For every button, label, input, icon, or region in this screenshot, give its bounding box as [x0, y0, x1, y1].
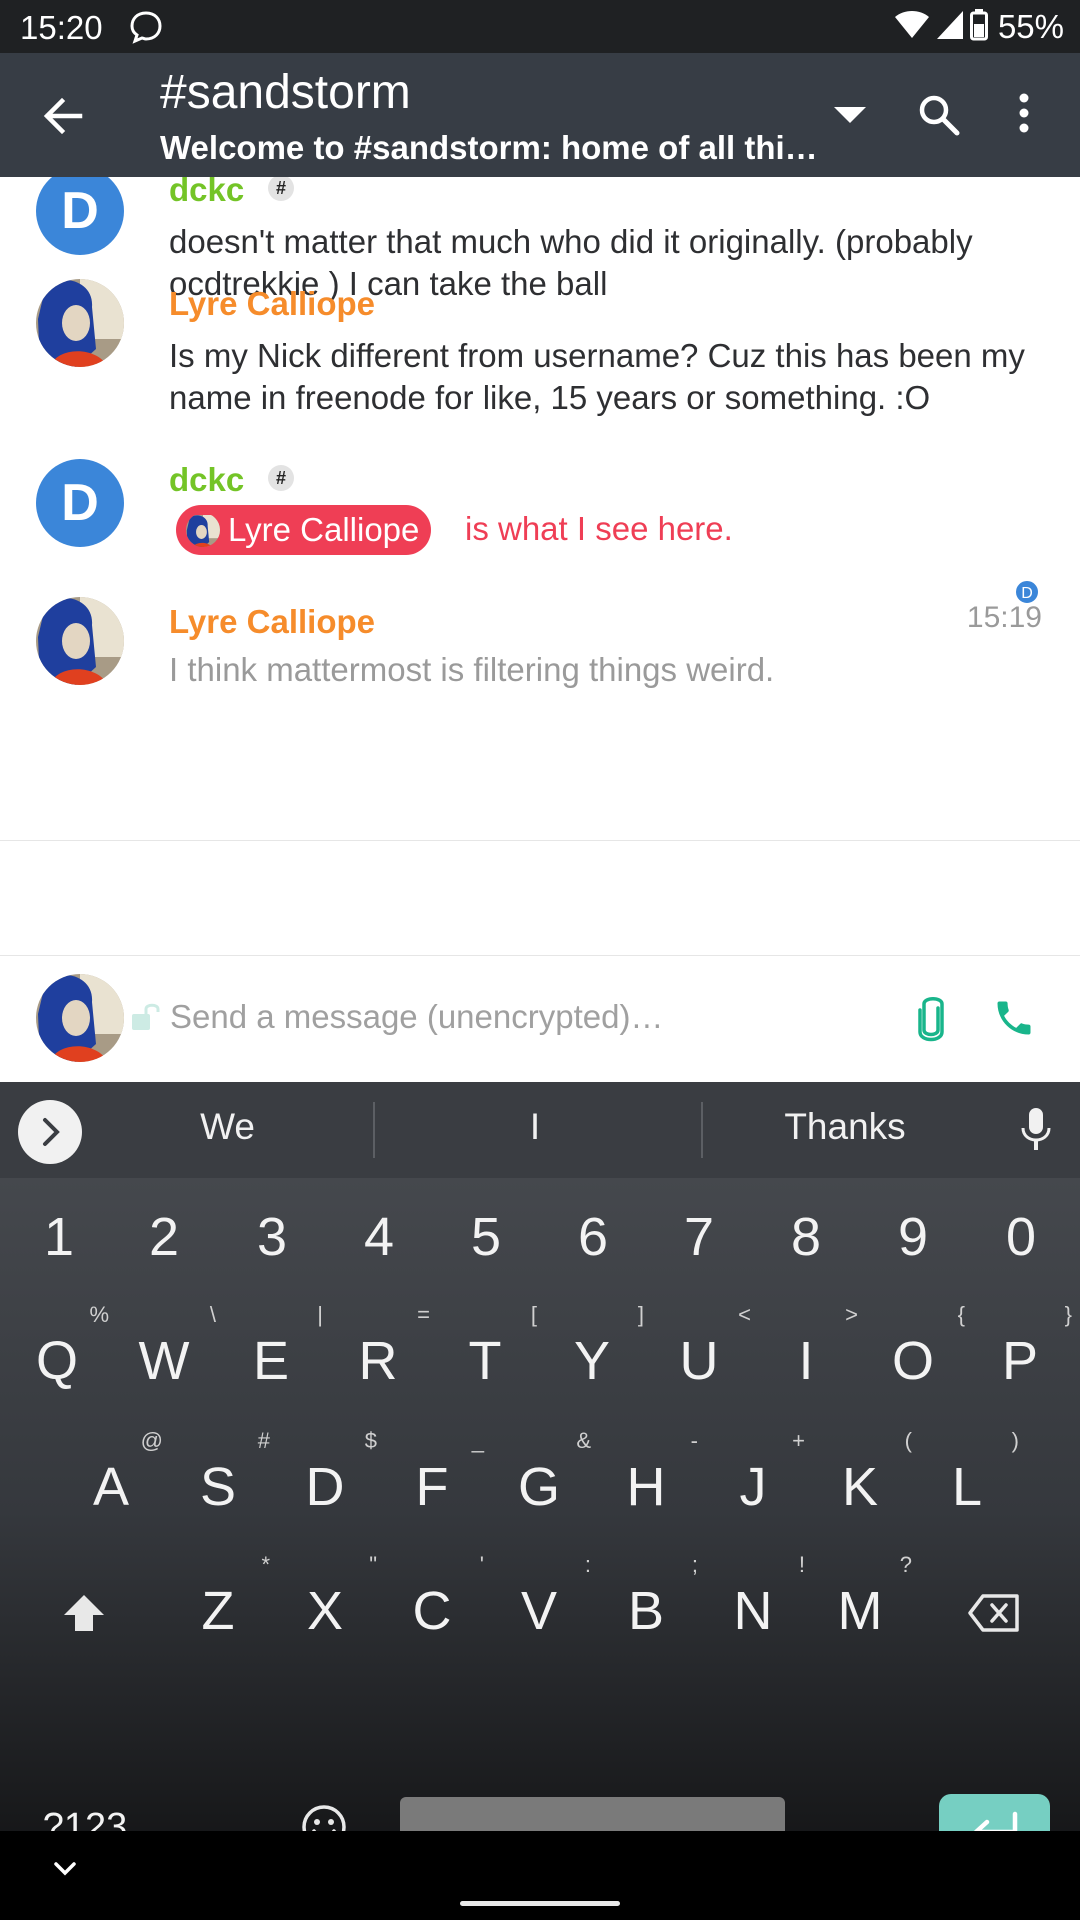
- hash-badge: #: [268, 465, 294, 491]
- message-timestamp: 15:19: [966, 601, 1042, 634]
- key-w[interactable]: W \: [124, 1302, 216, 1392]
- unlocked-icon: [130, 1002, 162, 1037]
- avatar[interactable]: D: [36, 177, 124, 255]
- triangle-down-icon[interactable]: [832, 105, 868, 130]
- key-r[interactable]: R =: [338, 1302, 431, 1392]
- sender-name[interactable]: dckc: [169, 461, 244, 499]
- key-j[interactable]: J +: [713, 1428, 806, 1518]
- key-b[interactable]: B;: [606, 1552, 698, 1642]
- message-composer: Send a message (unencrypted)…: [0, 955, 1080, 1082]
- key-u[interactable]: U <: [659, 1302, 752, 1392]
- room-header: #sandstorm Welcome to #sandstorm: home o…: [0, 53, 1080, 177]
- key-q[interactable]: Q%: [17, 1302, 109, 1392]
- avatar[interactable]: [36, 279, 124, 367]
- message-timeline[interactable]: D dckc # doesn't matter that much who di…: [0, 177, 1080, 955]
- message-body: Is my Nick different from username? Cuz …: [169, 337, 1025, 416]
- chevron-down-icon[interactable]: [50, 1859, 80, 1884]
- key-v[interactable]: V:: [499, 1552, 591, 1642]
- sender-name[interactable]: dckc: [169, 177, 244, 209]
- key-8[interactable]: 8: [766, 1206, 846, 1268]
- key-f[interactable]: F _: [392, 1428, 485, 1518]
- key-3[interactable]: 3: [232, 1206, 312, 1268]
- key-l[interactable]: L): [927, 1428, 1019, 1518]
- key-0[interactable]: 0: [981, 1206, 1061, 1268]
- search-icon[interactable]: [915, 91, 963, 144]
- suggestion-word[interactable]: Thanks: [730, 1106, 960, 1148]
- key-s[interactable]: S #: [178, 1428, 270, 1518]
- phone-icon[interactable]: [992, 996, 1036, 1045]
- home-gesture-bar[interactable]: [460, 1901, 620, 1906]
- status-time: 15:20: [20, 9, 103, 46]
- status-bar: 15:20 55%: [0, 0, 1080, 53]
- system-icons: 55%: [894, 8, 1064, 46]
- key-9[interactable]: 9: [873, 1206, 953, 1268]
- avatar[interactable]: [36, 597, 124, 685]
- sender-name[interactable]: Lyre Calliope: [169, 285, 375, 323]
- wifi-icon: [894, 10, 930, 45]
- own-avatar[interactable]: [36, 974, 124, 1062]
- suggestion-word[interactable]: I: [420, 1106, 650, 1148]
- paperclip-icon[interactable]: [912, 994, 950, 1049]
- suggestion-word[interactable]: We: [110, 1106, 345, 1148]
- shift-icon[interactable]: [44, 1584, 124, 1646]
- key-k[interactable]: K(: [820, 1428, 912, 1518]
- battery-icon: [969, 8, 988, 46]
- chevron-right-icon[interactable]: [18, 1100, 82, 1164]
- message-body: I think mattermost is filtering things w…: [169, 651, 775, 688]
- key-a[interactable]: A @: [71, 1428, 163, 1518]
- key-n[interactable]: N!: [713, 1552, 806, 1642]
- suggestion-divider: [701, 1102, 703, 1158]
- key-t[interactable]: T[: [445, 1302, 538, 1392]
- key-h[interactable]: H-: [606, 1428, 699, 1518]
- suggestion-strip: We I Thanks: [0, 1082, 1080, 1178]
- soft-keyboard: We I Thanks 1 2 3 4 5 6 7 8 9 0 Q% W \ E |…: [0, 1082, 1080, 1920]
- key-g[interactable]: G &: [499, 1428, 591, 1518]
- key-x[interactable]: X ": [285, 1552, 377, 1642]
- room-topic[interactable]: Welcome to #sandstorm: home of all thing…: [160, 129, 820, 167]
- key-o[interactable]: O{: [873, 1302, 965, 1392]
- room-title[interactable]: #sandstorm: [160, 65, 411, 120]
- key-i[interactable]: I >: [766, 1302, 858, 1392]
- message-body: is what I see here.: [465, 510, 733, 547]
- key-c[interactable]: C ': [392, 1552, 485, 1642]
- battery-percent: 55%: [997, 8, 1064, 45]
- cell-signal-icon: [936, 10, 964, 45]
- key-5[interactable]: 5: [446, 1206, 526, 1268]
- key-y[interactable]: Y]: [552, 1302, 644, 1392]
- more-vertical-icon[interactable]: [1018, 93, 1030, 138]
- microphone-icon[interactable]: [1018, 1106, 1054, 1157]
- user-mention-pill[interactable]: Lyre Calliope: [176, 505, 432, 555]
- avatar[interactable]: D: [36, 459, 124, 547]
- key-4[interactable]: 4: [339, 1206, 419, 1268]
- key-area: 1 2 3 4 5 6 7 8 9 0 Q% W \ E | R = T[ Y] U <…: [0, 1178, 1080, 1920]
- key-d[interactable]: D $: [285, 1428, 378, 1518]
- key-7[interactable]: 7: [659, 1206, 739, 1268]
- key-e[interactable]: E |: [231, 1302, 323, 1392]
- message-input[interactable]: Send a message (unencrypted)…: [170, 998, 663, 1036]
- backspace-icon[interactable]: [954, 1584, 1034, 1646]
- timeline-divider: [0, 840, 1080, 841]
- mention-label: Lyre Calliope: [228, 511, 420, 548]
- mention-avatar: [186, 513, 220, 547]
- arrow-left-icon[interactable]: [40, 93, 86, 139]
- navigation-bar: [0, 1831, 1080, 1920]
- key-p[interactable]: P}: [980, 1302, 1072, 1392]
- key-1[interactable]: 1: [19, 1206, 99, 1268]
- key-m[interactable]: M?: [820, 1552, 913, 1642]
- suggestion-divider: [373, 1102, 375, 1158]
- key-2[interactable]: 2: [124, 1206, 204, 1268]
- sender-name[interactable]: Lyre Calliope: [169, 603, 375, 641]
- chat-bubble-icon: [129, 10, 163, 49]
- hash-badge: #: [268, 177, 294, 201]
- key-6[interactable]: 6: [553, 1206, 633, 1268]
- key-z[interactable]: Z *: [178, 1552, 271, 1642]
